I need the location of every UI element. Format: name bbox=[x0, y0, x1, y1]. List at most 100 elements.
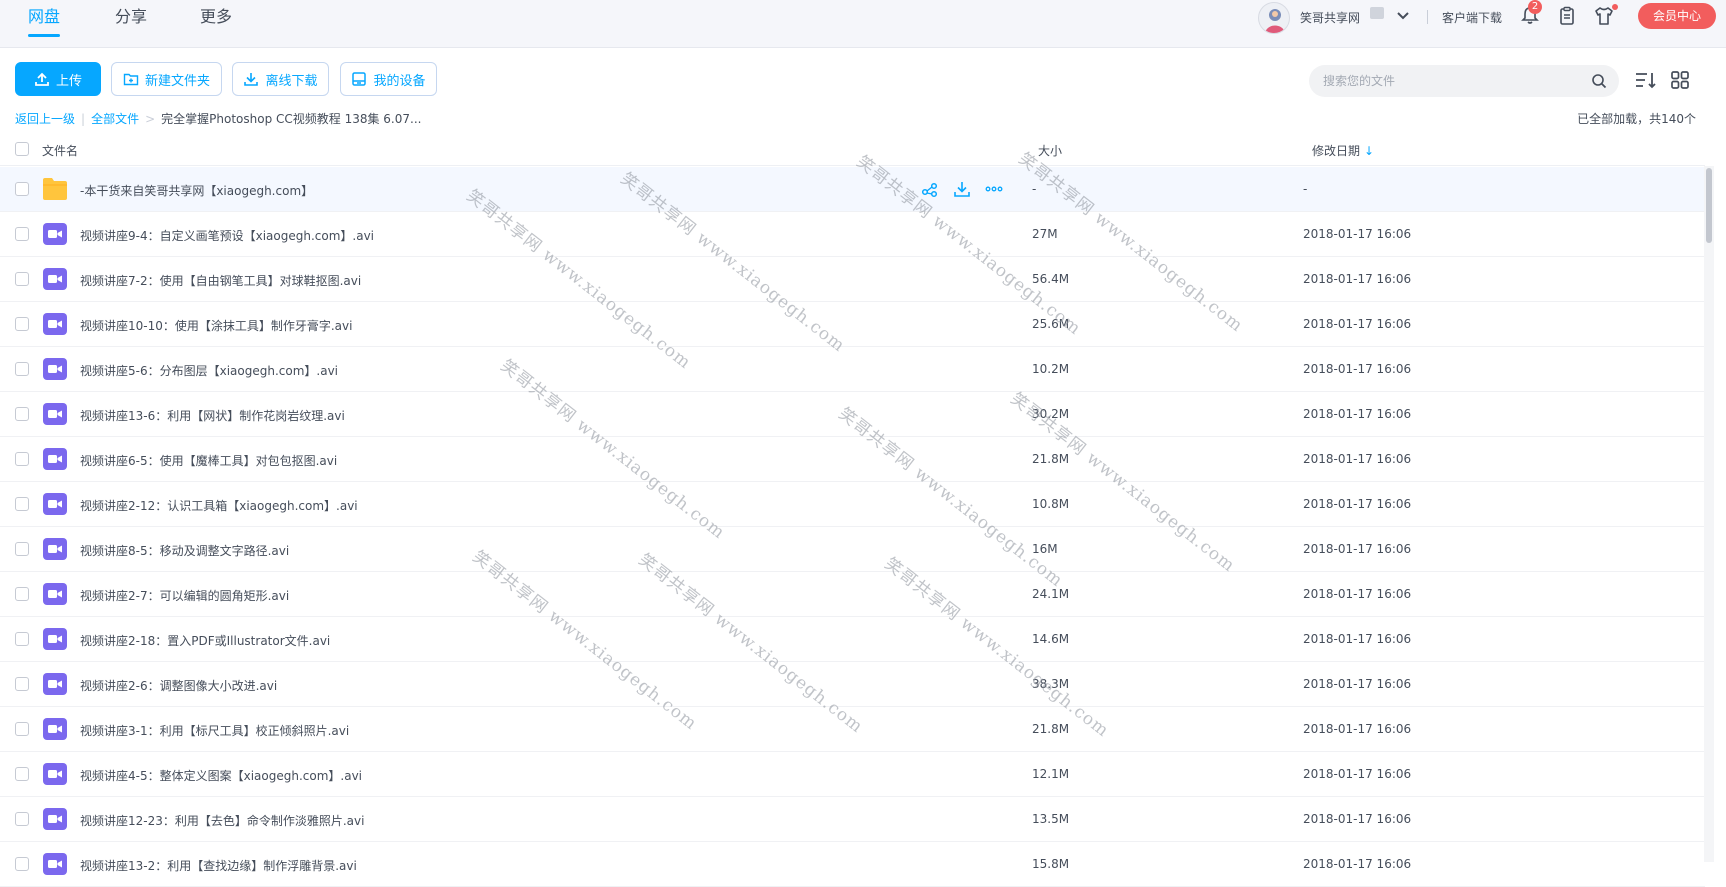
file-name[interactable]: 视频讲座2-18：置入PDF或Illustrator文件.avi bbox=[80, 632, 330, 649]
breadcrumb: 返回上一级 | 全部文件 > 完全掌握Photoshop CC视频教程 138集… bbox=[15, 110, 421, 127]
clipboard-icon[interactable] bbox=[1557, 6, 1577, 26]
row-checkbox[interactable] bbox=[15, 722, 29, 736]
new-folder-button[interactable]: 新建文件夹 bbox=[111, 62, 222, 96]
row-checkbox[interactable] bbox=[15, 542, 29, 556]
search-icon[interactable] bbox=[1591, 73, 1607, 89]
row-checkbox[interactable] bbox=[15, 272, 29, 286]
tab-netdisk[interactable]: 网盘 bbox=[28, 6, 61, 37]
file-name[interactable]: 视频讲座8-5：移动及调整文字路径.avi bbox=[80, 542, 289, 559]
table-row[interactable]: 视频讲座2-18：置入PDF或Illustrator文件.avi 14.6M 201… bbox=[0, 617, 1705, 662]
video-file-icon bbox=[43, 853, 67, 875]
file-name[interactable]: 视频讲座2-12：认识工具箱【xiaogegh.com】.avi bbox=[80, 497, 358, 514]
avatar[interactable] bbox=[1258, 2, 1290, 34]
video-file-icon bbox=[43, 808, 67, 830]
file-date: - bbox=[1303, 182, 1308, 196]
file-size: 21.8M bbox=[1032, 722, 1070, 736]
row-checkbox[interactable] bbox=[15, 362, 29, 376]
row-checkbox[interactable] bbox=[15, 587, 29, 601]
video-file-icon bbox=[43, 403, 67, 425]
select-all-checkbox[interactable] bbox=[15, 142, 29, 156]
file-date: 2018-01-17 16:06 bbox=[1303, 722, 1412, 736]
row-checkbox[interactable] bbox=[15, 677, 29, 691]
video-file-icon bbox=[43, 268, 67, 290]
video-file-icon bbox=[43, 358, 67, 380]
scrollbar[interactable] bbox=[1704, 166, 1714, 862]
tab-more[interactable]: 更多 bbox=[200, 6, 232, 36]
video-file-icon bbox=[43, 628, 67, 650]
table-row[interactable]: 视频讲座7-2：使用【自由钢笔工具】对球鞋抠图.avi 56.4M 2018-01-… bbox=[0, 257, 1705, 302]
table-row[interactable]: 视频讲座13-6：利用【网状】制作花岗岩纹理.avi 30.2M 2018-01-1… bbox=[0, 392, 1705, 437]
more-options-icon[interactable] bbox=[984, 179, 1004, 199]
table-row[interactable]: 视频讲座3-1：利用【标尺工具】校正倾斜照片.avi 21.8M 2018-01-1… bbox=[0, 707, 1705, 752]
file-name[interactable]: 视频讲座10-10：使用【涂抹工具】制作牙膏字.avi bbox=[80, 317, 352, 334]
all-files-link[interactable]: 全部文件 bbox=[91, 110, 139, 127]
row-checkbox[interactable] bbox=[15, 407, 29, 421]
file-name[interactable]: 视频讲座12-23：利用【去色】命令制作淡雅照片.avi bbox=[80, 812, 364, 829]
file-name[interactable]: 视频讲座9-4：自定义画笔预设【xiaogegh.com】.avi bbox=[80, 227, 374, 244]
file-date: 2018-01-17 16:06 bbox=[1303, 227, 1412, 241]
grid-view-icon[interactable] bbox=[1668, 68, 1692, 92]
table-row[interactable]: 视频讲座2-12：认识工具箱【xiaogegh.com】.avi 10.8M 201… bbox=[0, 482, 1705, 527]
row-checkbox[interactable] bbox=[15, 812, 29, 826]
table-row[interactable]: 视频讲座10-10：使用【涂抹工具】制作牙膏字.avi 25.6M 2018-01-… bbox=[0, 302, 1705, 347]
file-size: 30.2M bbox=[1032, 407, 1070, 421]
table-row[interactable]: 视频讲座12-23：利用【去色】命令制作淡雅照片.avi 13.5M 2018-01… bbox=[0, 797, 1705, 842]
username[interactable]: 笑哥共享网 bbox=[1300, 9, 1360, 26]
file-name[interactable]: 视频讲座2-7：可以编辑的圆角矩形.avi bbox=[80, 587, 289, 604]
file-size: 24.1M bbox=[1032, 587, 1070, 601]
file-size: 15.8M bbox=[1032, 857, 1070, 871]
download-icon bbox=[244, 73, 259, 86]
client-download-link[interactable]: 客户端下载 bbox=[1442, 9, 1502, 26]
row-checkbox[interactable] bbox=[15, 182, 29, 196]
file-name[interactable]: -本干货来自笑哥共享网【xiaogegh.com】 bbox=[80, 182, 313, 199]
share-icon[interactable] bbox=[920, 179, 940, 199]
offline-download-button[interactable]: 离线下载 bbox=[232, 62, 329, 96]
file-name[interactable]: 视频讲座7-2：使用【自由钢笔工具】对球鞋抠图.avi bbox=[80, 272, 361, 289]
back-link[interactable]: 返回上一级 bbox=[15, 110, 75, 127]
header-date[interactable]: 修改日期 ↓ bbox=[1312, 142, 1374, 159]
table-row[interactable]: 视频讲座2-7：可以编辑的圆角矩形.avi 24.1M 2018-01-17 16:… bbox=[0, 572, 1705, 617]
tshirt-skin-icon[interactable] bbox=[1594, 6, 1614, 26]
tab-share[interactable]: 分享 bbox=[115, 6, 147, 36]
row-checkbox[interactable] bbox=[15, 857, 29, 871]
table-row[interactable]: 视频讲座5-6：分布图层【xiaogegh.com】.avi 10.2M 2018-… bbox=[0, 347, 1705, 392]
file-name[interactable]: 视频讲座5-6：分布图层【xiaogegh.com】.avi bbox=[80, 362, 338, 379]
video-file-icon bbox=[43, 718, 67, 740]
row-download-icon[interactable] bbox=[952, 179, 972, 199]
scrollbar-thumb[interactable] bbox=[1706, 168, 1712, 243]
table-row[interactable]: 视频讲座6-5：使用【魔棒工具】对包包抠图.avi 21.8M 2018-01-17… bbox=[0, 437, 1705, 482]
sort-order-icon[interactable] bbox=[1633, 68, 1657, 92]
row-checkbox[interactable] bbox=[15, 497, 29, 511]
my-devices-button[interactable]: 我的设备 bbox=[340, 62, 437, 96]
vip-center-button[interactable]: 会员中心 bbox=[1638, 3, 1716, 29]
file-name[interactable]: 视频讲座4-5：整体定义图案【xiaogegh.com】.avi bbox=[80, 767, 362, 784]
row-checkbox[interactable] bbox=[15, 452, 29, 466]
table-row[interactable]: -本干货来自笑哥共享网【xiaogegh.com】 - - bbox=[0, 167, 1705, 212]
file-name[interactable]: 视频讲座3-1：利用【标尺工具】校正倾斜照片.avi bbox=[80, 722, 349, 739]
file-name[interactable]: 视频讲座13-2：利用【查找边缘】制作浮雕背景.avi bbox=[80, 857, 357, 874]
my-devices-label: 我的设备 bbox=[373, 73, 426, 89]
table-row[interactable]: 视频讲座9-4：自定义画笔预设【xiaogegh.com】.avi 27M 2018… bbox=[0, 212, 1705, 257]
header-size[interactable]: 大小 bbox=[1038, 142, 1062, 159]
row-checkbox[interactable] bbox=[15, 767, 29, 781]
device-icon bbox=[352, 72, 367, 86]
row-checkbox[interactable] bbox=[15, 632, 29, 646]
table-row[interactable]: 视频讲座2-6：调整图像大小改进.avi 38.3M 2018-01-17 16:0… bbox=[0, 662, 1705, 707]
table-row[interactable]: 视频讲座8-5：移动及调整文字路径.avi 16M 2018-01-17 16:06 bbox=[0, 527, 1705, 572]
table-row[interactable]: 视频讲座13-2：利用【查找边缘】制作浮雕背景.avi 15.8M 2018-01-… bbox=[0, 842, 1705, 887]
file-name[interactable]: 视频讲座13-6：利用【网状】制作花岗岩纹理.avi bbox=[80, 407, 345, 424]
table-row[interactable]: 视频讲座4-5：整体定义图案【xiaogegh.com】.avi 12.1M 201… bbox=[0, 752, 1705, 797]
offline-download-label: 离线下载 bbox=[265, 73, 318, 89]
chevron-down-icon[interactable] bbox=[1395, 8, 1411, 24]
file-size: 12.1M bbox=[1032, 767, 1070, 781]
search-input[interactable] bbox=[1323, 65, 1573, 97]
upload-button[interactable]: 上传 bbox=[15, 62, 101, 96]
video-file-icon bbox=[43, 223, 67, 245]
file-name[interactable]: 视频讲座2-6：调整图像大小改进.avi bbox=[80, 677, 277, 694]
header-filename[interactable]: 文件名 bbox=[42, 142, 78, 159]
row-checkbox[interactable] bbox=[15, 317, 29, 331]
upload-label: 上传 bbox=[55, 73, 82, 89]
row-checkbox[interactable] bbox=[15, 227, 29, 241]
file-name[interactable]: 视频讲座6-5：使用【魔棒工具】对包包抠图.avi bbox=[80, 452, 337, 469]
file-date: 2018-01-17 16:06 bbox=[1303, 407, 1412, 421]
